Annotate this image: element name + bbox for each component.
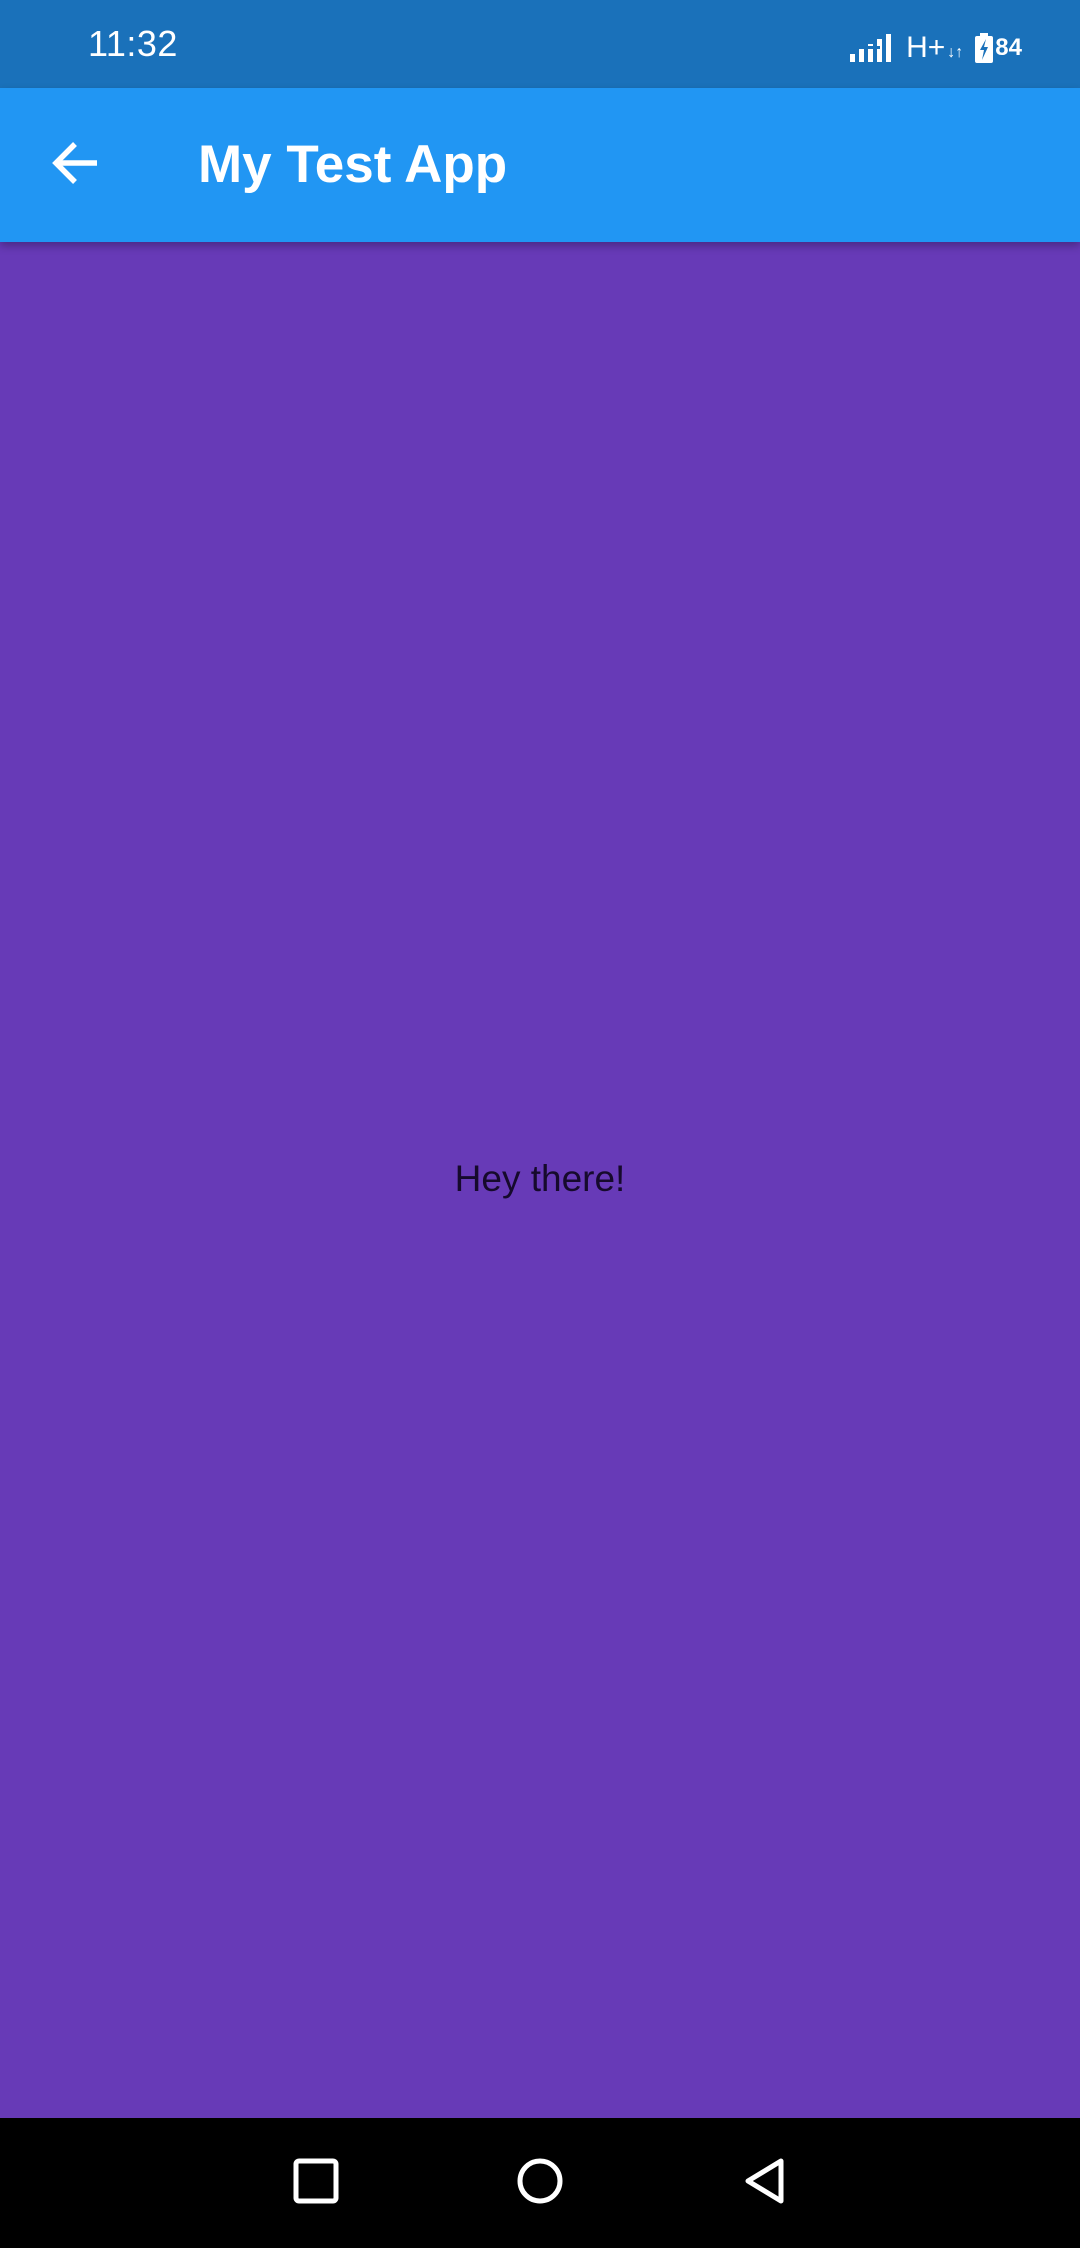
status-bar: 11:32 H+ ↓↑ 84 — [0, 0, 1080, 88]
app-title: My Test App — [198, 135, 508, 194]
home-button[interactable] — [505, 2148, 575, 2218]
recents-button[interactable] — [281, 2148, 351, 2218]
battery-charging-icon — [975, 33, 994, 63]
battery-level: 84 — [995, 34, 1022, 61]
main-content: Hey there! — [0, 242, 1080, 2118]
app-bar: My Test App — [0, 88, 1080, 242]
network-type: H+ ↓↑ — [906, 31, 963, 65]
signal-icon — [850, 32, 894, 64]
arrow-back-icon — [51, 140, 101, 191]
status-time: 11:32 — [88, 23, 178, 64]
status-icons: H+ ↓↑ 84 — [850, 28, 1022, 68]
system-navigation-bar — [0, 2118, 1080, 2248]
system-back-button[interactable] — [730, 2148, 800, 2218]
back-button[interactable] — [36, 125, 116, 205]
battery-indicator: 84 — [975, 33, 1022, 63]
network-activity-icon: ↓↑ — [947, 44, 964, 61]
home-circle-icon — [516, 2157, 564, 2210]
recents-square-icon — [293, 2158, 339, 2209]
back-triangle-icon — [742, 2157, 788, 2210]
network-type-label: H+ — [906, 31, 946, 64]
app-screen: 11:32 H+ ↓↑ 84 My Test App Hey there! — [0, 0, 1080, 2248]
greeting-text: Hey there! — [454, 1158, 626, 1199]
